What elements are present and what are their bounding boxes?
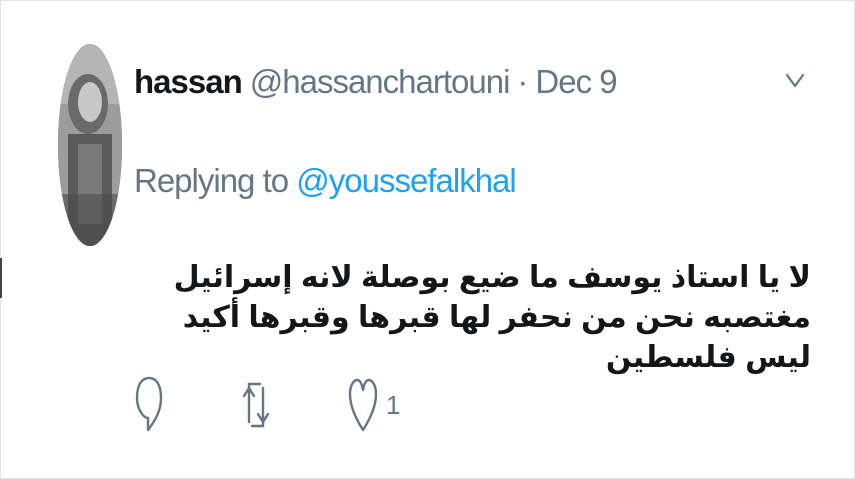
avatar[interactable] [58, 44, 122, 246]
separator-dot: · [517, 63, 528, 100]
replying-handle-link[interactable]: @youssefalkhal [296, 162, 516, 199]
chevron-down-icon[interactable] [784, 70, 806, 90]
tweet-text: لا يا استاذ يوسف ما ضيع بوصلة لانه إسرائ… [173, 261, 812, 374]
tweet-date[interactable]: Dec 9 [535, 63, 617, 101]
author-handle[interactable]: @hassanchartouni [250, 63, 511, 101]
tweet-header: hassan @hassanchartouni · Dec 9 [134, 62, 618, 102]
replying-prefix: Replying to [134, 162, 289, 199]
like-button[interactable]: 1 [348, 370, 400, 440]
like-count: 1 [386, 389, 401, 420]
heart-icon [348, 374, 378, 436]
reply-bubble-icon [134, 374, 164, 436]
retweet-button[interactable] [242, 370, 270, 440]
window-edge [0, 258, 2, 298]
replying-to: Replying to @youssefalkhal [134, 162, 517, 200]
author-name[interactable]: hassan [134, 63, 243, 101]
retweet-icon [242, 374, 270, 436]
reply-button[interactable] [134, 370, 164, 440]
